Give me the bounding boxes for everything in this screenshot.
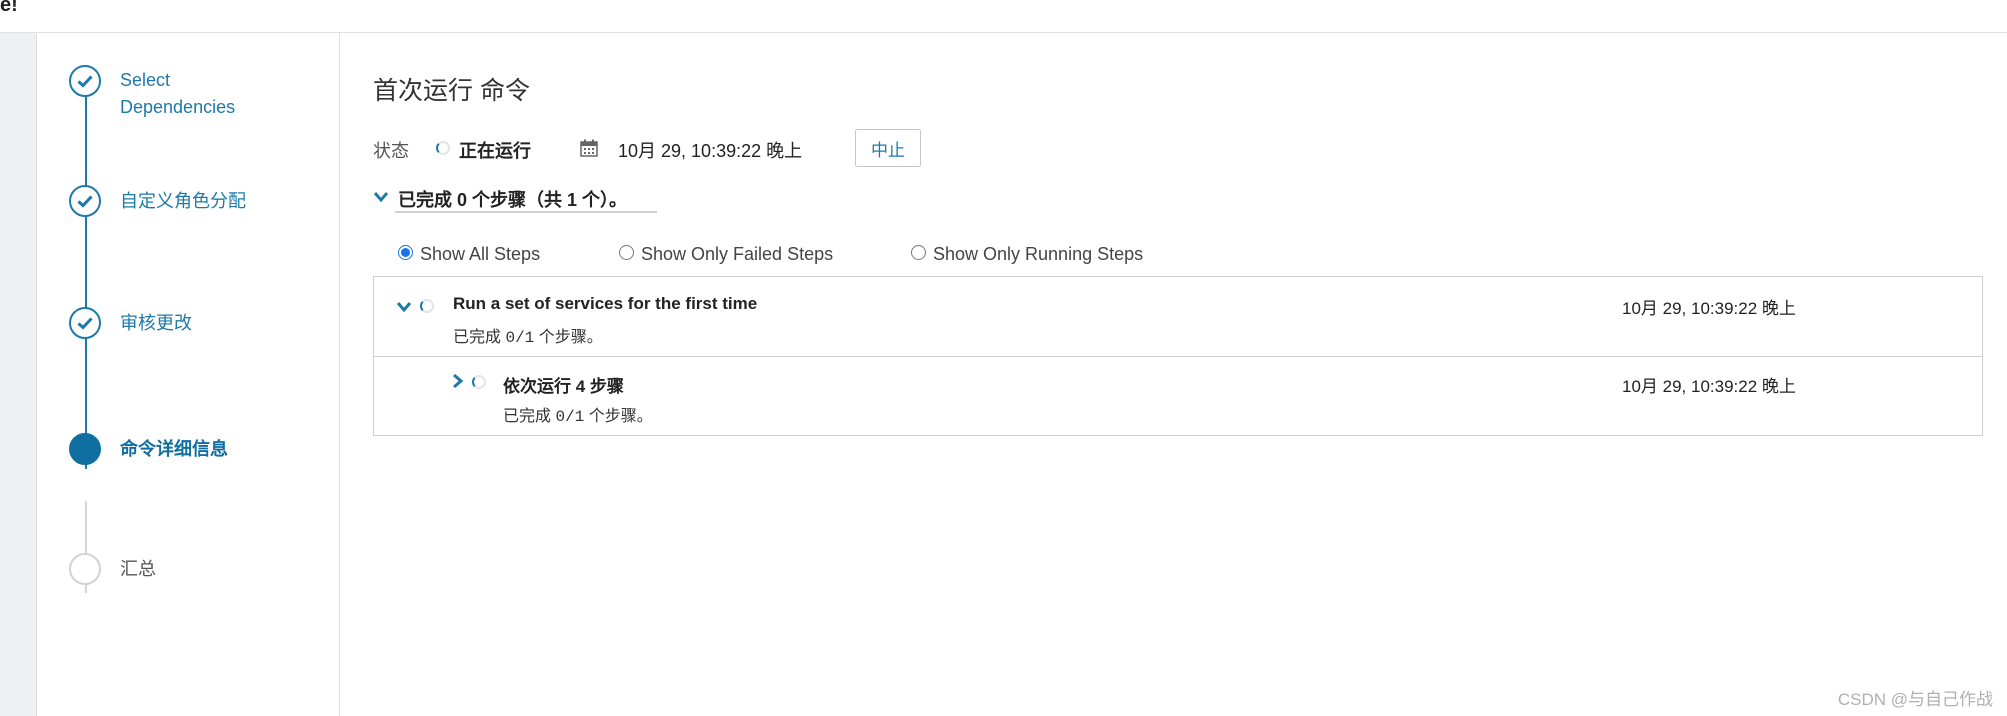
step-time: 10月 29, 10:39:22 晚上 [1622, 299, 1796, 318]
step-progress-prefix: 已完成 [453, 329, 502, 346]
step-progress-count: 0/1 [555, 408, 585, 426]
step-row: Run a set of services for the first time… [374, 277, 1982, 357]
command-start-time: 10月 29, 10:39:22 晚上 [618, 141, 803, 161]
summary-underline [395, 211, 657, 213]
abort-button[interactable]: 中止 [855, 129, 921, 167]
step-name: Run a set of services for the first time [453, 294, 758, 313]
check-icon [77, 317, 93, 330]
step-name: 依次运行 4 步骤 [503, 377, 624, 396]
top-bar: e! [0, 0, 2007, 33]
step-2-done-indicator [69, 185, 101, 217]
step-progress-count: 0/1 [505, 329, 535, 347]
steps-summary-toggle[interactable]: 已完成 0 个步骤（共 1 个）。 [373, 183, 673, 213]
command-details-panel: 首次运行 命令 状态 正在运行 10月 29, 10:39:22 晚上 中止 已… [340, 33, 2007, 716]
left-gutter [0, 33, 37, 716]
chevron-down-icon[interactable] [396, 301, 412, 313]
wizard-step-command-details: 命令详细信息 [120, 439, 228, 459]
step-progress-prefix: 已完成 [503, 408, 552, 425]
check-icon [77, 195, 93, 208]
step-1-done-indicator [69, 65, 101, 97]
progress-connector [85, 96, 87, 469]
wizard-step-summary: 汇总 [120, 559, 156, 579]
running-spinner-icon [436, 141, 450, 155]
chevron-right-icon[interactable] [452, 373, 464, 389]
running-spinner-icon [420, 299, 434, 313]
step-4-active-indicator [69, 433, 101, 465]
filter-label: Show Only Running Steps [933, 244, 1144, 264]
watermark: CSDN @与自己作战 [1837, 690, 1993, 709]
step-row: 依次运行 4 步骤 已完成 0/1 个步骤。 10月 29, 10:39:22 … [374, 357, 1982, 435]
filter-label: Show Only Failed Steps [641, 244, 834, 264]
radio-selected-icon [398, 245, 413, 260]
check-icon [77, 75, 93, 88]
command-steps-list: Run a set of services for the first time… [373, 276, 1983, 436]
chevron-down-icon [373, 192, 389, 203]
step-progress-suffix: 个步骤。 [538, 329, 603, 346]
steps-summary-text: 已完成 0 个步骤（共 1 个）。 [398, 190, 628, 210]
step-progress: 已完成 0/1 个步骤。 [453, 323, 603, 347]
step-time: 10月 29, 10:39:22 晚上 [1622, 377, 1796, 396]
status-value: 正在运行 [459, 141, 531, 161]
status-label: 状态 [373, 141, 409, 161]
status-row: 状态 正在运行 10月 29, 10:39:22 晚上 中止 [373, 129, 1173, 169]
top-bar-title-fragment: e! [0, 0, 18, 16]
step-filter-radio-group: Show All Steps Show Only Failed Steps Sh… [398, 239, 1398, 269]
wizard-step-label-line1: Select [120, 70, 171, 90]
step-5-pending-indicator [69, 553, 101, 585]
wizard-step-review-changes[interactable]: 审核更改 [120, 310, 192, 337]
wizard-steps-sidebar: Select Dependencies 自定义角色分配 审核更改 命令详细信息 … [37, 33, 340, 716]
page-title: 首次运行 命令 [373, 77, 530, 105]
wizard-step-label-line2: Dependencies [120, 97, 236, 117]
running-spinner-icon [472, 375, 486, 389]
calendar-icon [580, 139, 598, 162]
wizard-step-custom-role-assignment[interactable]: 自定义角色分配 [120, 188, 246, 215]
wizard-step-select-dependencies[interactable]: Select Dependencies [120, 67, 235, 121]
filter-label: Show All Steps [420, 244, 541, 264]
step-progress: 已完成 0/1 个步骤。 [503, 402, 653, 426]
step-progress-suffix: 个步骤。 [588, 408, 653, 425]
radio-unselected-icon [911, 245, 926, 260]
step-3-done-indicator [69, 307, 101, 339]
radio-unselected-icon [619, 245, 634, 260]
